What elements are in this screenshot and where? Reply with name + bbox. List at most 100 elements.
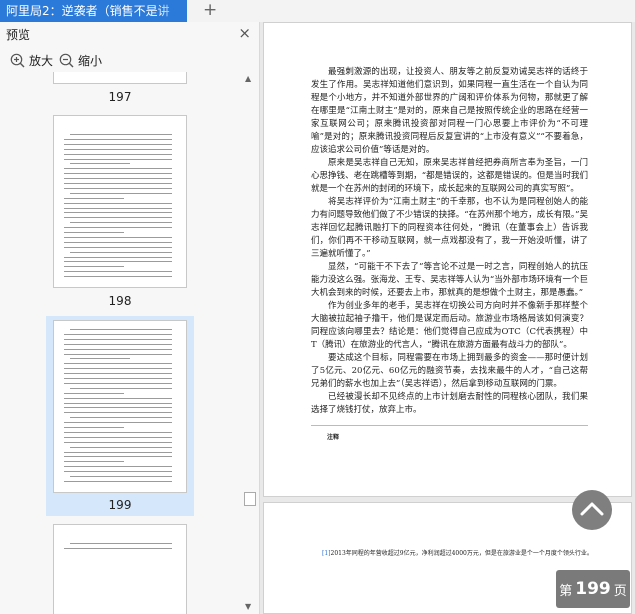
zoom-out-label: 缩小 [78,53,103,68]
paragraph: 已经被漫长却不见终点的上市计划磨去耐性的同程核心团队，我们果选择了烧钱打仗，放弃… [311,392,588,415]
page-number-label: 198 [108,294,132,308]
thumbnail-text-line [64,183,172,184]
thumbnail-text-line [64,471,172,473]
thumbnail-text-line [64,548,172,549]
thumbnail-text-line [64,343,172,345]
scroll-to-top-button[interactable] [572,490,612,530]
thumbnail-text-line [70,163,130,165]
thumbnail-text-line [70,446,172,448]
thumbnail-text-line [64,348,172,350]
page-indicator-suffix: 页 [613,583,627,599]
thumbnail-text-line [64,333,172,335]
thumbnail-text-line [64,236,172,238]
thumbnail-text-line [64,232,124,233]
thumbnail-text-line [64,422,172,424]
thumbnail-list: 197 198 199 [0,72,259,614]
page-thumbnail[interactable] [53,524,187,614]
thumbnail-text-line [64,207,172,209]
document-tab[interactable]: 阿里局2：逆袭者（销售不是讲 [0,0,187,22]
thumbnail-text-line [70,192,172,194]
thumbnail-text-line [64,178,172,180]
thumbnail-text-line [70,134,172,135]
thumbnail-text-line [64,397,172,399]
thumbnail-text-line [70,476,172,477]
thumbnail-text-line [64,261,172,263]
thumbnail-text-line [64,256,172,258]
thumbnail-text-line [64,217,172,219]
footnote-text: 2013年同程的年营收超过9亿元，净利润超过4000万元，但是在旅游业是个一个月… [330,550,593,557]
document-page: 最强刺激源的出现，让投资人、朋友等之前反复劝诫吴志祥的话终于发生了作用。吴志祥知… [263,22,632,497]
footnote-divider [311,425,588,426]
paragraph: 将吴志祥评价为“江南土财主”的千幸那，也不认为是同程创始人的能力有问题导致他们做… [311,197,588,259]
thumbnail-text-line [64,363,172,365]
thumbnail-text-line [70,417,172,419]
thumbnail-text-line [64,168,172,170]
page-thumbnail[interactable] [53,115,187,288]
thumbnail-text-line [64,148,172,150]
footnote-link[interactable]: [1] [322,550,331,557]
note-label: 注释 [327,434,340,441]
thumbnail-text-line [64,436,172,438]
sidebar-scrollbar[interactable]: ▲ ▼ [243,74,257,614]
zoom-out-button[interactable]: 缩小 [59,48,102,72]
thumbnail-text-line [64,441,172,443]
new-tab-button[interactable]: + [203,0,217,22]
sidebar-toolbar: 放大 缩小 [0,48,259,72]
plus-icon: + [203,0,218,20]
thumbnail-text-line [64,187,172,189]
chevron-up-icon [580,502,604,516]
paragraph: 最强刺激源的出现，让投资人、朋友等之前反复劝诫吴志祥的话终于发生了作用。吴志祥知… [311,67,588,155]
page-indicator-prefix: 第 [559,583,573,599]
page-number-label: 197 [108,90,132,104]
thumbnail-text-line [70,222,172,224]
thumbnail-text-line [64,407,172,409]
page-thumbnail[interactable] [53,72,187,84]
page-indicator-number: 199 [575,579,611,599]
paragraph: 作为创业多年的老手，吴志祥在切换公司方向时并不像新手那样整个大脑被拉起袖子撸干，… [311,301,588,350]
thumbnail-text-line [64,143,172,145]
thumbnail-text-line [64,197,124,199]
page-number-label: 199 [108,498,132,512]
thumbnail-text-line [64,456,172,458]
thumbnail-text-line [64,402,172,404]
thumbnail-text-line [70,329,172,330]
paragraph: 显然，“可能干不下去了”等言论不过是一时之言，同程创始人的抗压能力没这么强。张海… [311,262,588,298]
scroll-down-icon[interactable]: ▼ [245,602,251,611]
thumbnail-text-line [64,158,172,160]
paragraph: 原来是吴志祥自己无知，原来吴志祥曾经把券商所言奉为圣旨，一门心思挣钱、老在跳槽等… [311,158,588,194]
thumbnail-text-line [64,451,172,453]
page-indicator: 第 199 页 [556,570,630,608]
thumbnail-text-line [64,212,172,214]
thumbnail-text-line [64,466,172,468]
thumbnail-text-line [64,480,172,482]
thumbnail-text-line [64,373,172,375]
thumbnail-text-line [64,227,172,229]
page-thumbnail-selected[interactable] [53,320,187,493]
thumbnail-text-line [64,246,172,248]
scrollbar-thumb[interactable] [244,492,256,506]
thumbnail-text-line [64,138,172,140]
thumbnail-text-line [64,353,172,355]
thumbnail-text-line [70,251,172,253]
sidebar-header: 预览 × [0,22,259,46]
paragraph: 要达成这个目标，同程需要在市场上拥到最多的资金——那时便计划了5亿元、20亿元、… [311,353,588,389]
close-icon[interactable]: × [238,24,251,42]
thumbnail-text-line [64,266,124,268]
tab-bar: 阿里局2：逆袭者（销售不是讲 + [0,0,635,23]
thumbnail-text-line [64,173,172,175]
preview-sidebar: 预览 × 放大 缩小 197 198 199 ▲ ▼ [0,22,260,614]
thumbnail-text-line [70,543,172,544]
zoom-out-icon [59,53,74,67]
thumbnail-text-line [64,427,124,428]
thumbnail-text-line [64,368,172,370]
thumbnail-text-line [64,382,172,384]
page-body: 最强刺激源的出现，让投资人、朋友等之前反复劝诫吴志祥的话终于发生了作用。吴志祥知… [311,66,588,417]
tab-title: 阿里局2：逆袭者（销售不是讲 [6,4,170,18]
zoom-in-button[interactable]: 放大 [10,48,53,72]
thumbnail-text-line [64,153,172,155]
thumbnail-text-line [64,392,124,394]
thumbnail-text-line [64,241,172,243]
sidebar-title: 预览 [6,28,31,42]
zoom-in-icon [10,53,25,67]
scroll-up-icon[interactable]: ▲ [245,74,251,83]
